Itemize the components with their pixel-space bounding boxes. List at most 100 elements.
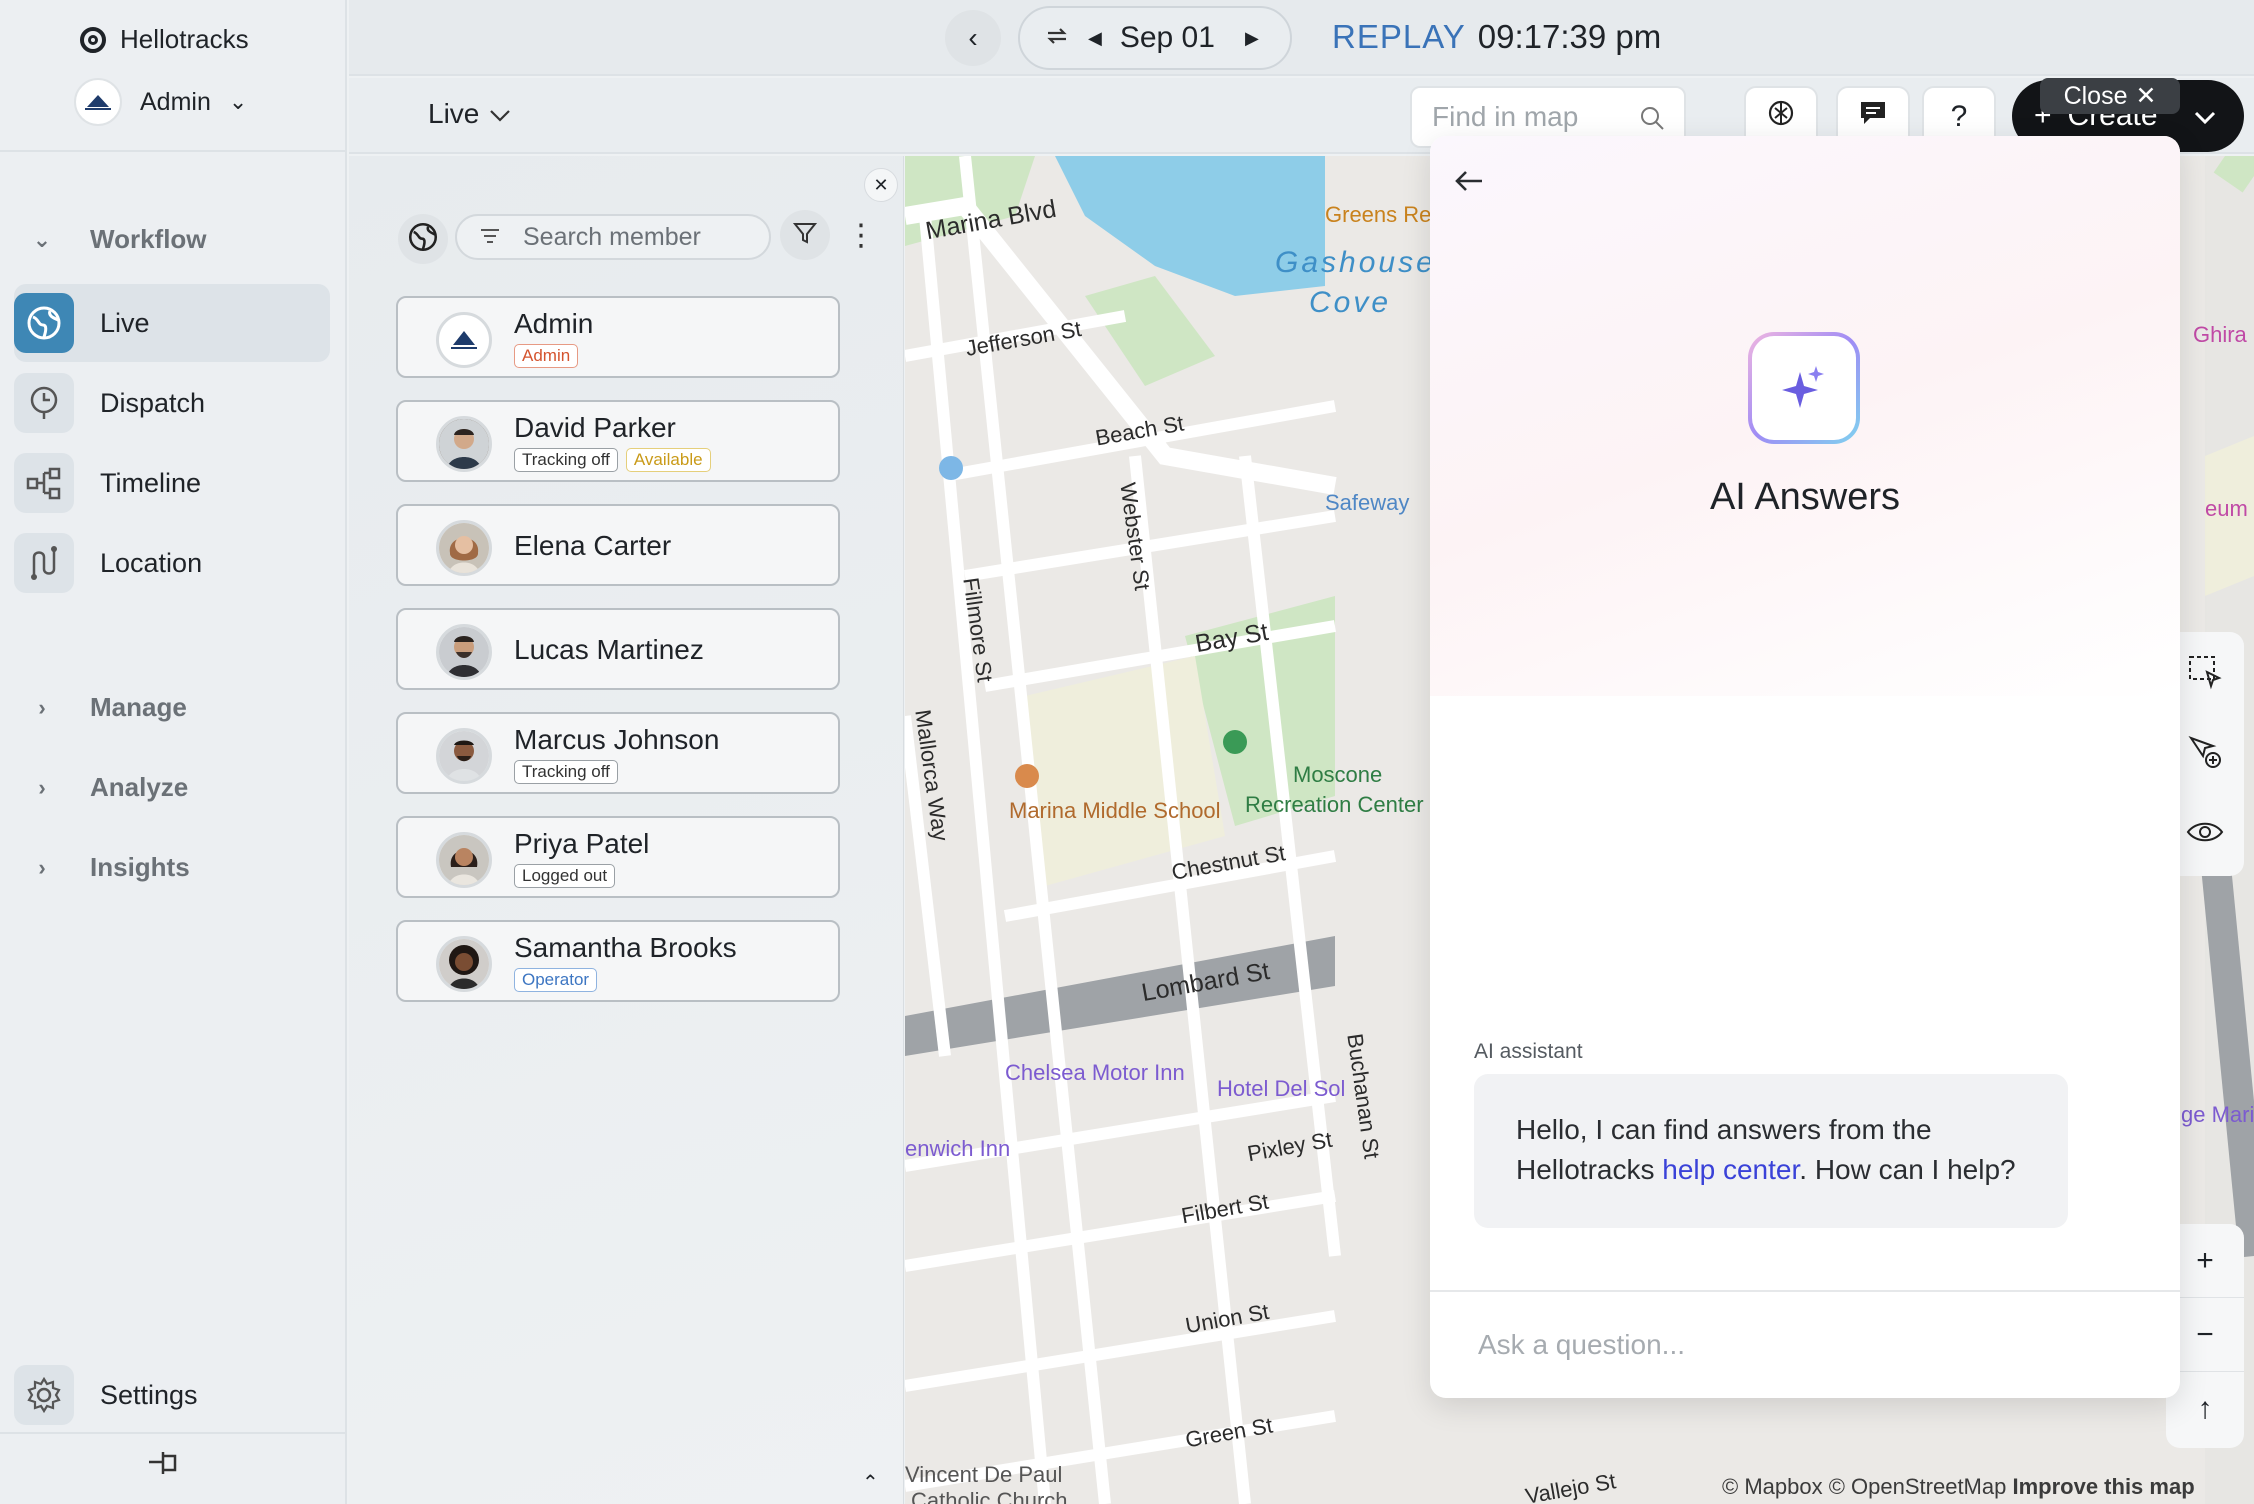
gear-icon: [14, 1365, 74, 1425]
nav-group-label: Workflow: [90, 224, 207, 254]
nav-group-manage[interactable]: › Manage: [30, 692, 187, 723]
kebab-icon: ⋮: [846, 218, 876, 252]
sidebar-item-timeline[interactable]: Timeline: [14, 444, 330, 522]
help-center-link[interactable]: help center: [1662, 1154, 1799, 1185]
member-card[interactable]: Priya Patel Logged out: [396, 816, 840, 898]
plus-icon: +: [2196, 1243, 2214, 1277]
brand[interactable]: Hellotracks: [80, 24, 249, 55]
member-badges: Logged out: [514, 864, 616, 888]
chevron-down-icon: [2194, 99, 2216, 133]
attribution-link[interactable]: © OpenStreetMap: [1829, 1474, 2007, 1499]
close-icon: ✕: [2135, 82, 2157, 110]
account-switcher[interactable]: Admin ⌄: [74, 78, 247, 126]
member-badges: Tracking off Available: [514, 448, 711, 472]
member-name: David Parker: [514, 412, 676, 443]
map-poi-label: Greens Re: [1325, 202, 1432, 227]
sidebar-item-location[interactable]: Location: [14, 524, 330, 602]
sidebar-divider: [0, 1432, 347, 1434]
sidebar-item-label: Timeline: [100, 467, 202, 498]
chevron-right-icon: ›: [38, 854, 46, 880]
minus-icon: −: [2196, 1317, 2214, 1351]
pin-icon[interactable]: [145, 1448, 185, 1483]
nav-group-analyze[interactable]: › Analyze: [30, 772, 188, 803]
location-icon: [14, 533, 74, 593]
sidebar: Hellotracks Admin ⌄ ⌄ Workflow Live Disp…: [0, 0, 347, 1504]
nav-group-label: Manage: [90, 692, 187, 722]
map-style-button[interactable]: [398, 214, 448, 264]
chevron-up-icon[interactable]: ⌃: [862, 1470, 879, 1495]
chevron-right-icon: ›: [38, 774, 46, 800]
sidebar-item-label: Location: [100, 547, 203, 578]
member-badges: Admin: [514, 344, 579, 368]
caret-left-icon[interactable]: ◀: [1088, 28, 1102, 49]
nav-group-insights[interactable]: › Insights: [30, 852, 189, 883]
map-poi-label: Vincent De Paul: [905, 1462, 1063, 1487]
more-options-button[interactable]: ⋮: [838, 210, 884, 260]
prev-date-button[interactable]: ‹: [945, 10, 1001, 66]
sidebar-item-dispatch[interactable]: Dispatch: [14, 364, 330, 442]
map-poi-label: Chelsea Motor Inn: [1005, 1060, 1185, 1085]
status-badge: Tracking off: [514, 448, 618, 472]
back-button[interactable]: [1454, 164, 1484, 201]
nav-group-workflow[interactable]: ⌄ Workflow: [30, 224, 207, 255]
member-card[interactable]: Admin Admin: [396, 296, 840, 378]
search-icon: [1638, 104, 1666, 139]
add-place-icon: [2188, 736, 2221, 768]
member-card[interactable]: Samantha Brooks Operator: [396, 920, 840, 1002]
map-poi-label: Marina Middle School: [1009, 798, 1221, 823]
member-name: Samantha Brooks: [514, 932, 737, 963]
ask-question-input[interactable]: [1478, 1322, 2128, 1368]
search-member-placeholder: Search member: [523, 222, 701, 251]
nav-group-label: Analyze: [90, 772, 189, 802]
chevron-down-icon: ⌄: [32, 226, 52, 252]
member-card[interactable]: David Parker Tracking off Available: [396, 400, 840, 482]
app-name: Hellotracks: [120, 24, 249, 54]
current-date: Sep 01: [1119, 21, 1215, 54]
map-attribution: © Mapbox © OpenStreetMap Improve this ma…: [1722, 1474, 2195, 1500]
input-divider: [1430, 1290, 2180, 1292]
globe-icon: [406, 220, 440, 259]
member-card[interactable]: Lucas Martinez: [396, 608, 840, 690]
find-placeholder: Find in map: [1432, 101, 1579, 132]
sidebar-item-settings[interactable]: Settings: [14, 1356, 330, 1434]
view-label: Live: [428, 98, 480, 129]
close-member-panel-button[interactable]: ✕: [864, 168, 898, 202]
arrow-left-icon: [1455, 171, 1482, 191]
map-poi-label: Ghira: [2193, 322, 2247, 347]
status-badge: Tracking off: [514, 760, 618, 784]
status-badge: Operator: [514, 968, 598, 992]
sidebar-divider: [0, 150, 347, 152]
search-member-input[interactable]: Search member: [455, 214, 771, 260]
hellotracks-logo-icon: [80, 26, 106, 53]
sidebar-item-label: Settings: [100, 1379, 198, 1410]
member-card[interactable]: Elena Carter: [396, 504, 840, 586]
status-badge: Logged out: [514, 864, 616, 888]
improve-map-link[interactable]: Improve this map: [2012, 1474, 2194, 1499]
member-name: Priya Patel: [514, 828, 650, 859]
attribution-link[interactable]: © Mapbox: [1722, 1474, 1823, 1499]
view-selector[interactable]: Live: [428, 98, 511, 130]
map-poi-label: Hotel Del Sol: [1217, 1076, 1346, 1101]
member-badges: Operator: [514, 968, 598, 992]
avatar: [436, 520, 492, 576]
ai-answers-panel: AI Answers AI assistant Hello, I can fin…: [1430, 136, 2180, 1398]
globe-icon: [14, 293, 74, 353]
member-name: Elena Carter: [514, 530, 672, 561]
dispatch-icon: [14, 373, 74, 433]
filter-button[interactable]: [780, 210, 830, 260]
map-poi-label: Safeway: [1325, 490, 1410, 515]
close-label: Close: [2063, 81, 2128, 110]
help-icon: ?: [1950, 100, 1968, 133]
date-picker[interactable]: ◀ Sep 01 ▶: [1018, 6, 1292, 70]
replay-label: REPLAY: [1332, 18, 1466, 55]
sidebar-item-live[interactable]: Live: [14, 284, 330, 362]
member-name: Lucas Martinez: [514, 634, 704, 665]
replay-loop-icon[interactable]: [1044, 21, 1070, 55]
map-poi-label: Recreation Center: [1245, 792, 1424, 817]
close-panel-button[interactable]: Close ✕: [2040, 78, 2180, 114]
status-badge: Admin: [514, 344, 579, 368]
chevron-left-icon: ‹: [968, 22, 978, 53]
chevron-down-icon: ⌄: [228, 89, 248, 114]
member-card[interactable]: Marcus Johnson Tracking off: [396, 712, 840, 794]
caret-right-icon[interactable]: ▶: [1245, 28, 1259, 49]
